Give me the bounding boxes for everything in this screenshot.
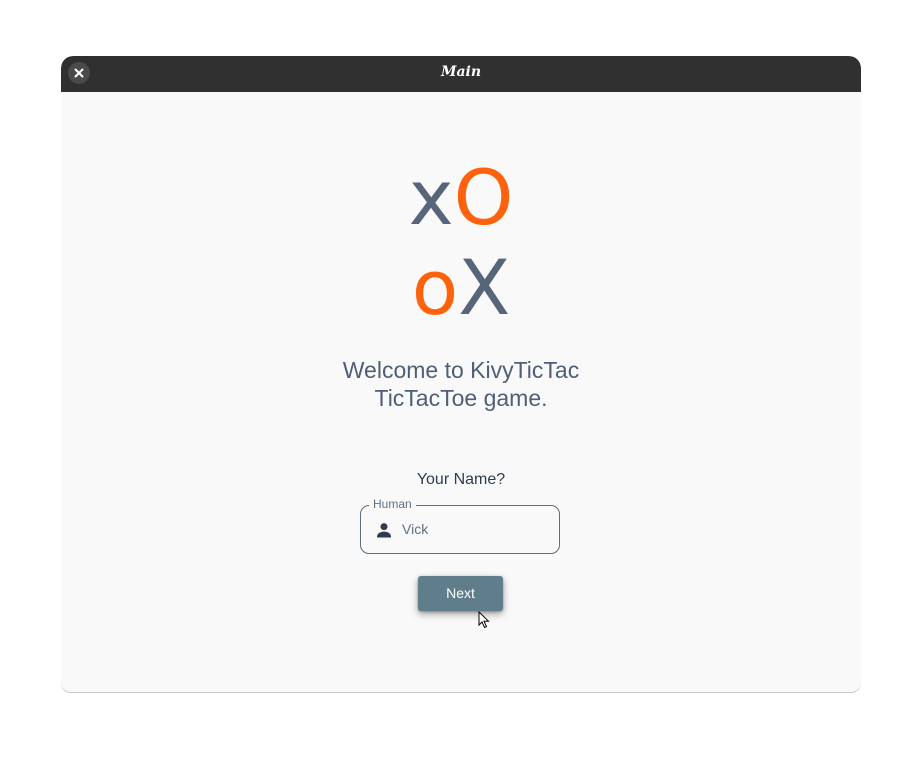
mouse-cursor-icon xyxy=(478,611,490,629)
app-window: Main xO oX Welcome to KivyTicTac TicTacT… xyxy=(61,56,861,692)
window-title: Main xyxy=(440,64,482,80)
name-input[interactable] xyxy=(402,518,552,540)
person-icon xyxy=(376,523,392,538)
welcome-message: Welcome to KivyTicTac TicTacToe game. xyxy=(61,356,861,412)
close-button[interactable] xyxy=(68,62,90,84)
name-prompt: Your Name? xyxy=(416,471,506,488)
logo-x-large: X xyxy=(458,243,511,332)
logo-x-small: x xyxy=(408,153,454,242)
logo-o-small: o xyxy=(411,243,459,332)
close-icon xyxy=(74,68,84,78)
name-field[interactable]: Human xyxy=(360,497,560,554)
welcome-line-2: TicTacToe game. xyxy=(374,385,548,411)
next-button[interactable]: Next xyxy=(418,576,503,611)
logo-o-large: O xyxy=(453,153,514,242)
name-field-label: Human xyxy=(369,497,416,511)
main-content: xO oX Welcome to KivyTicTac TicTacToe ga… xyxy=(61,92,861,692)
logo-line-1: xO xyxy=(61,158,861,238)
welcome-line-1: Welcome to KivyTicTac xyxy=(342,357,580,383)
title-bar[interactable]: Main xyxy=(61,56,861,92)
logo-line-2: oX xyxy=(61,248,861,328)
